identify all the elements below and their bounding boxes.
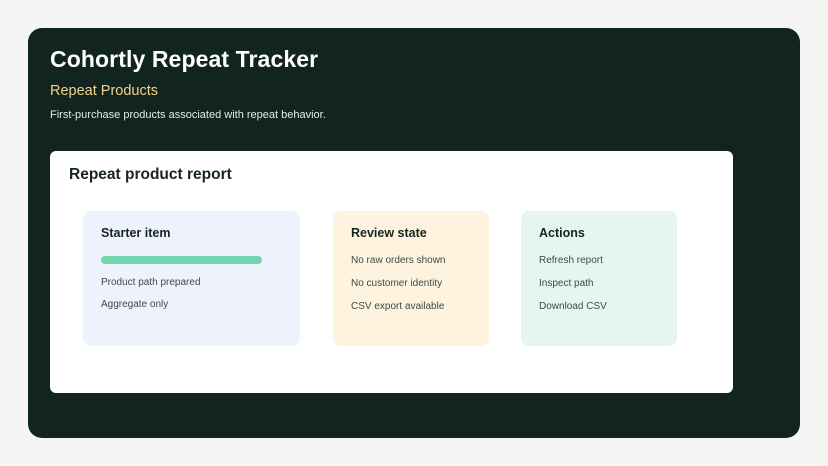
app-frame: Cohortly Repeat Tracker Repeat Products …	[28, 28, 800, 438]
review-state-title: Review state	[351, 226, 427, 240]
actions-card: Actions Refresh report Inspect path Down…	[521, 211, 677, 346]
actions-title: Actions	[539, 226, 585, 240]
report-panel: Repeat product report Starter item Produ…	[50, 151, 733, 393]
starter-status-line: Product path prepared	[101, 277, 201, 288]
review-state-card: Review state No raw orders shown No cust…	[333, 211, 489, 346]
report-title: Repeat product report	[69, 166, 232, 183]
refresh-report-action[interactable]: Refresh report	[539, 255, 603, 266]
app-title: Cohortly Repeat Tracker	[50, 46, 319, 72]
review-state-line: CSV export available	[351, 301, 445, 312]
starter-item-title: Starter item	[101, 226, 171, 240]
starter-progress-fill	[101, 256, 262, 264]
review-state-line: No raw orders shown	[351, 255, 446, 266]
review-state-line: No customer identity	[351, 278, 443, 289]
download-csv-action[interactable]: Download CSV	[539, 301, 607, 312]
starter-scope-line: Aggregate only	[101, 299, 169, 310]
starter-item-card: Starter item Product path prepared Aggre…	[83, 211, 300, 346]
section-title: Repeat Products	[50, 83, 159, 99]
inspect-path-action[interactable]: Inspect path	[539, 278, 593, 289]
section-description: First-purchase products associated with …	[50, 109, 326, 121]
starter-progress-bar	[101, 256, 262, 264]
